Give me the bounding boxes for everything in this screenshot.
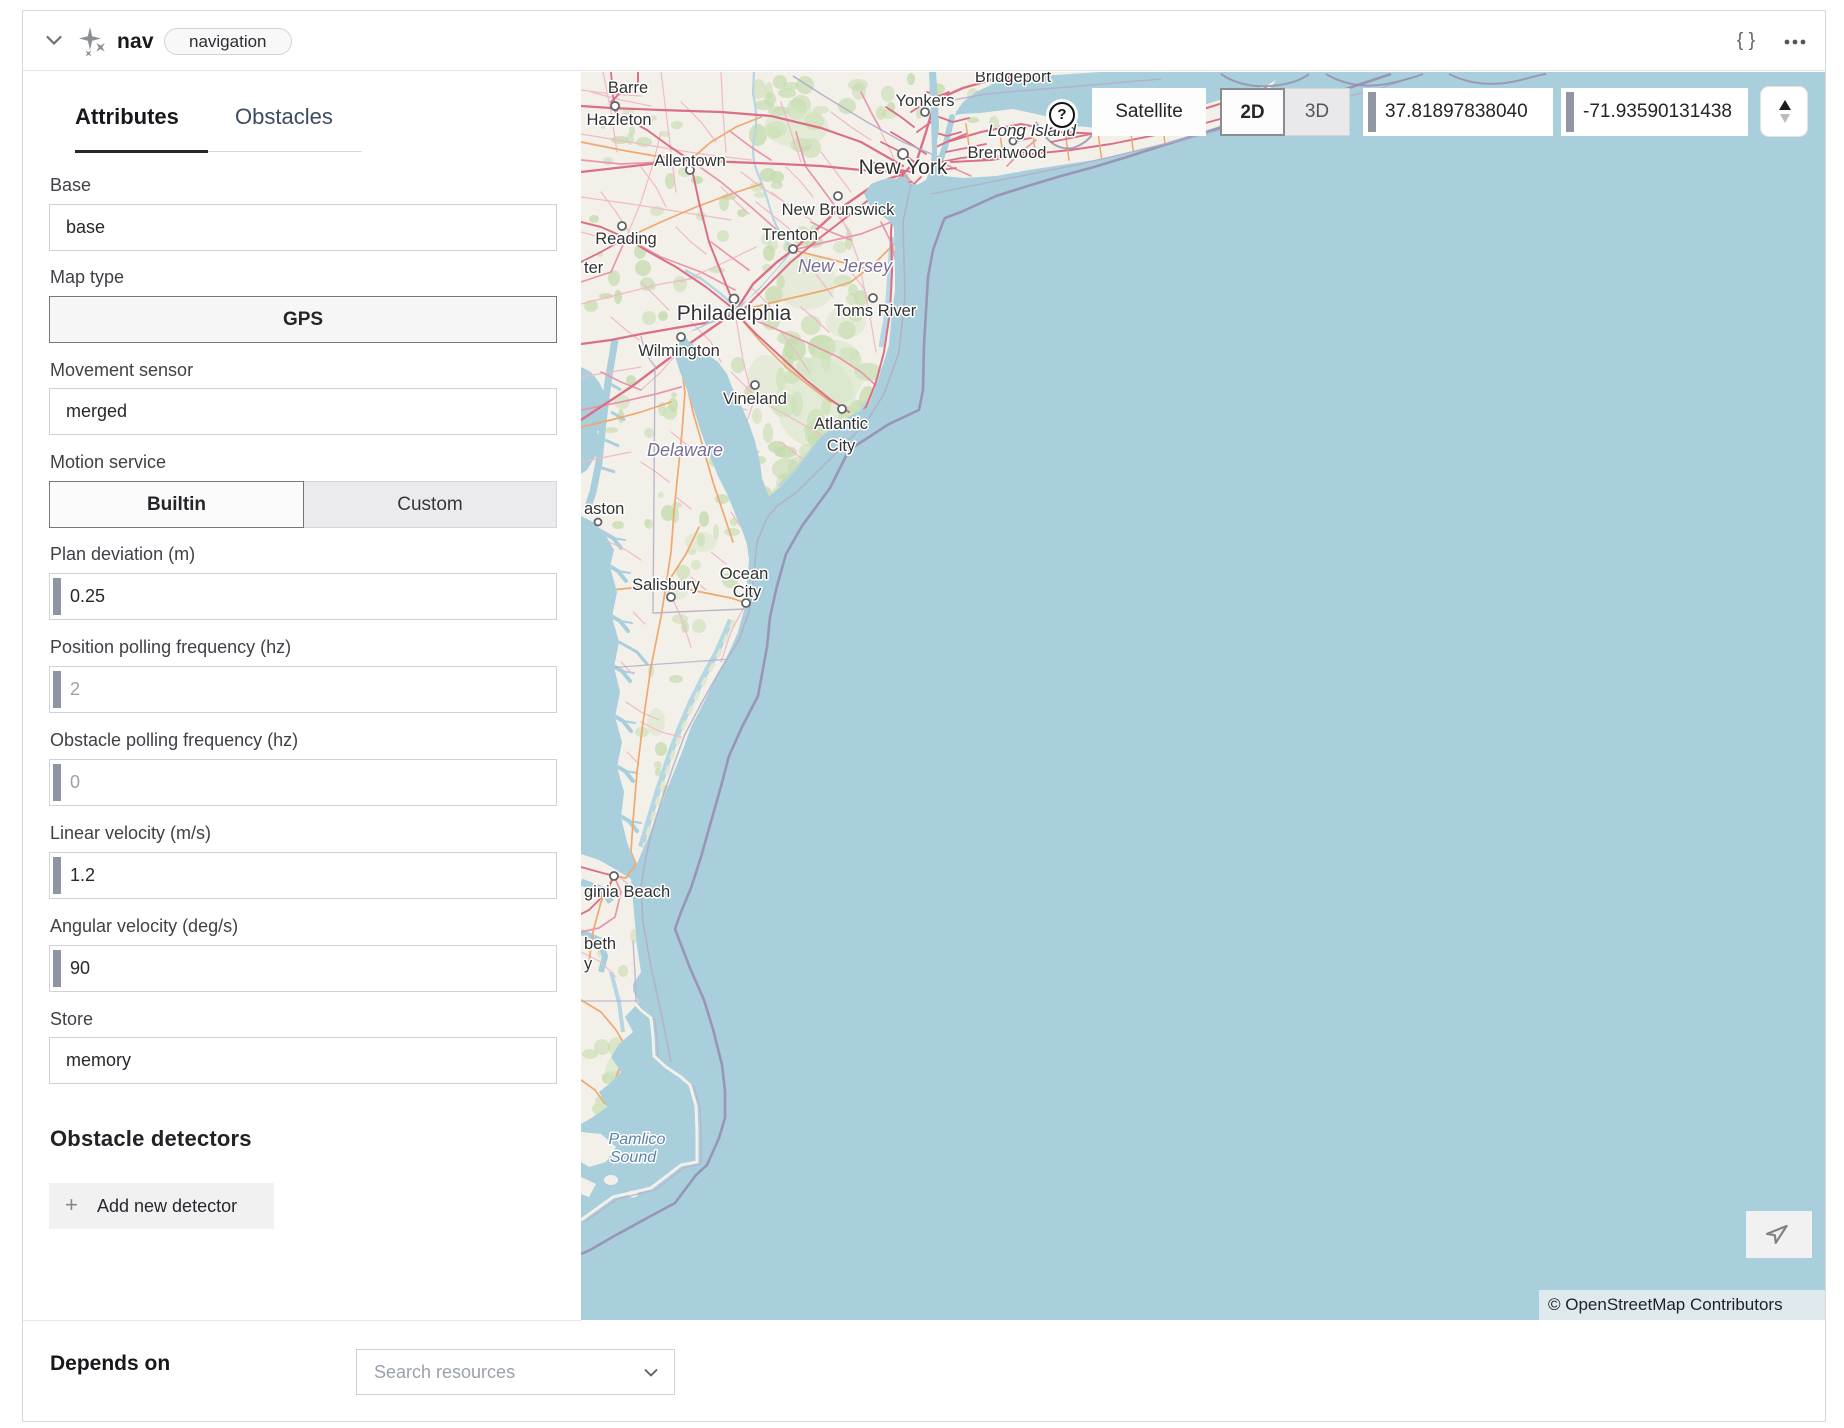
- svg-text:y: y: [584, 955, 593, 973]
- svg-text:Sound: Sound: [610, 1149, 657, 1166]
- svg-text:Vineland: Vineland: [723, 390, 787, 408]
- svg-text:Bridgeport: Bridgeport: [975, 72, 1052, 86]
- svg-text:New Brunswick: New Brunswick: [782, 201, 896, 219]
- svg-text:Philadelphia: Philadelphia: [677, 302, 792, 325]
- svg-text:Brentwood: Brentwood: [968, 144, 1047, 162]
- svg-text:New Jersey: New Jersey: [798, 256, 893, 276]
- svg-text:Toms River: Toms River: [834, 302, 917, 320]
- svg-text:aston: aston: [584, 500, 624, 518]
- svg-text:Salisbury: Salisbury: [632, 576, 701, 594]
- svg-text:New York: New York: [859, 156, 948, 179]
- svg-text:Hazleton: Hazleton: [586, 111, 651, 129]
- svg-text:Atlantic: Atlantic: [814, 415, 868, 433]
- svg-text:ter: ter: [584, 259, 604, 277]
- svg-text:Wilmington: Wilmington: [638, 342, 720, 360]
- svg-text:Reading: Reading: [595, 230, 656, 248]
- svg-text:Yonkers: Yonkers: [895, 92, 954, 110]
- svg-text:City: City: [733, 583, 762, 601]
- svg-text:Trenton: Trenton: [762, 226, 818, 244]
- svg-text:Delaware: Delaware: [647, 440, 723, 460]
- svg-text:Barre: Barre: [608, 79, 648, 97]
- svg-text:Ocean: Ocean: [720, 565, 769, 583]
- svg-text:ginia Beach: ginia Beach: [584, 883, 670, 901]
- svg-text:City: City: [827, 437, 856, 455]
- svg-text:Allentown: Allentown: [654, 152, 726, 170]
- svg-text:beth: beth: [584, 935, 616, 953]
- svg-text:Pamlico: Pamlico: [609, 1131, 666, 1148]
